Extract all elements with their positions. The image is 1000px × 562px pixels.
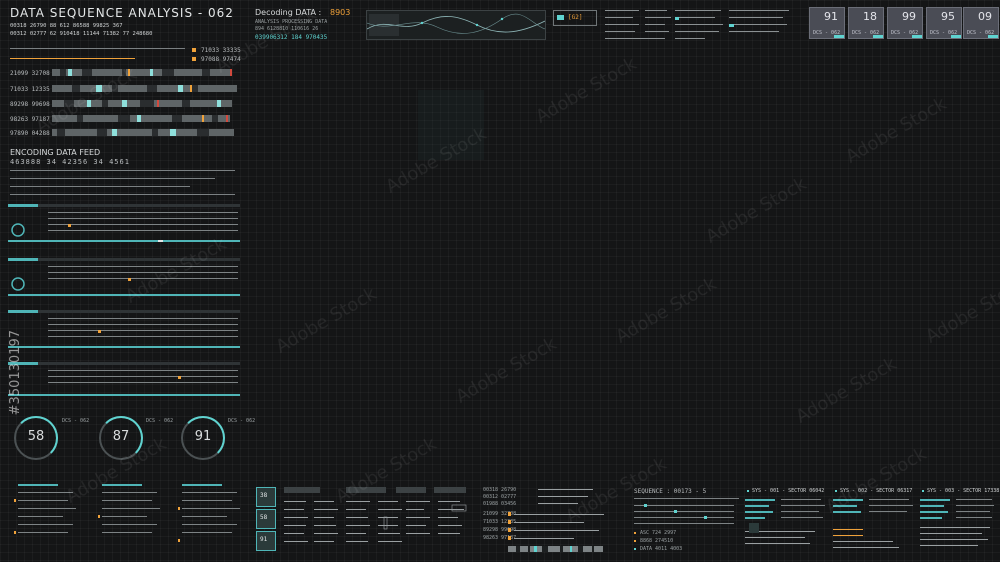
metric-tile-accent [912,35,922,38]
metric-tile-value: 95 [941,10,955,23]
divider [634,498,739,499]
sys-marker [922,490,924,492]
metric-tile-2[interactable]: 18 DCS - 062 [848,7,884,39]
metric-tile-accent [834,35,844,38]
scan-code: [G2] [568,14,583,21]
metric-tile-1[interactable]: 91 DCS - 062 [809,7,845,39]
gauge-label: DCS - 062 [228,418,256,424]
gauge-1: 58 [14,416,58,460]
bar-row-meters [508,512,604,552]
mid-row: 01988 03456 [483,501,517,507]
seq-marker [634,532,636,534]
metric-tile-accent [988,35,998,38]
decoding-label: Decoding DATA : [255,8,322,17]
data-row-label: 97890 04288 [10,130,50,137]
metric-tile-accent [873,35,883,38]
feed-line [10,178,215,179]
top-pair-2: 97088 97474 [201,56,241,63]
seq-marker [634,548,636,550]
encoding-title: ENCODING DATA FEED [10,148,101,157]
small-tile-3[interactable]: 91 [256,531,276,551]
feed-line [10,170,235,171]
focus-region [418,90,484,160]
orange-divider [10,58,135,59]
seq-row: 8868 274510 [640,538,674,544]
metric-tile-value: 99 [902,10,916,23]
page-title: DATA SEQUENCE ANALYSIS - 062 [10,6,234,20]
gauge-value: 87 [112,429,130,444]
glyph-matrix [284,487,467,542]
sys-marker [747,490,749,492]
mid-row: 00318 26790 [483,487,517,493]
sys-header-2[interactable]: SYS - 002 - SECTOR 06317 [840,488,912,494]
waveform-panel [366,10,546,40]
gauge-2: 87 [99,416,143,460]
metric-tile-value: 09 [978,10,992,23]
seq-row: DATA 4011 4003 [640,546,683,552]
gauge-value: 91 [194,429,212,444]
marker [192,57,196,61]
header-dot-matrix [605,10,789,39]
data-row-label: 21099 32708 [10,70,50,77]
scan-indicator [557,15,564,20]
metric-tile-value: 91 [824,10,838,23]
gauge-3: 91 [181,416,225,460]
decoding-value: 8903 [330,8,351,17]
sys-header-3[interactable]: SYS - 003 - SECTOR 17338 [927,488,999,494]
scan-code-box: [G2] [553,10,597,26]
encoding-blocks [8,204,240,396]
gauge-label: DCS - 062 [146,418,174,424]
metric-tile-value: 18 [863,10,877,23]
header-data-row-1: 00318 26790 88 612 86588 99825 367 [10,23,123,29]
seq-row: ASC 724 2997 [640,530,677,536]
stream-id: 039906312 184 970435 [255,34,328,41]
small-tile-value: 38 [260,492,268,499]
metric-tile-5[interactable]: 09 DCS - 062 [963,7,999,39]
gauge-label: DCS - 062 [62,418,90,424]
data-row-label: 98263 97187 [10,116,50,123]
data-row-label: 89298 99698 [10,101,50,108]
sequence-label: SEQUENCE : 00173 - 5 [634,488,707,495]
data-sequence-bars [52,69,237,136]
feed-line [10,186,190,187]
divider [10,48,185,49]
seq-marker [634,540,636,542]
small-tile-2[interactable]: 58 [256,509,276,529]
small-tile-value: 58 [260,514,268,521]
mid-row: 00312 02777 [483,494,517,500]
encoding-row: 463888 34 42356 34 4561 [10,158,130,166]
mid-row-bars [538,489,593,504]
metric-tile-accent [951,35,961,38]
gauge-value: 58 [27,429,45,444]
sys-sector-panels [745,499,994,548]
top-pair-1: 71033 33335 [201,47,241,54]
metric-tile-4[interactable]: 95 DCS - 062 [926,7,962,39]
marker [192,48,196,52]
small-tile-1[interactable]: 38 [256,487,276,507]
data-row-label: 71033 12335 [10,86,50,93]
gauge-detail-lists [14,484,240,542]
feed-line [10,194,235,195]
metric-tile-3[interactable]: 99 DCS - 062 [887,7,923,39]
analysis-row: 894 6128810 110616 26 [255,26,319,32]
sequence-matrix [634,504,734,524]
analysis-label: ANALYSIS PROCESSING DATA [255,19,328,25]
small-tile-value: 91 [260,536,268,543]
sys-marker [835,490,837,492]
header-data-row-2: 00312 02777 62 910418 11144 71382 77 248… [10,31,153,37]
watermark-id: #350130197 [8,330,23,416]
waveform-chart [367,13,545,36]
sys-header-1[interactable]: SYS - 001 - SECTOR 06042 [752,488,824,494]
